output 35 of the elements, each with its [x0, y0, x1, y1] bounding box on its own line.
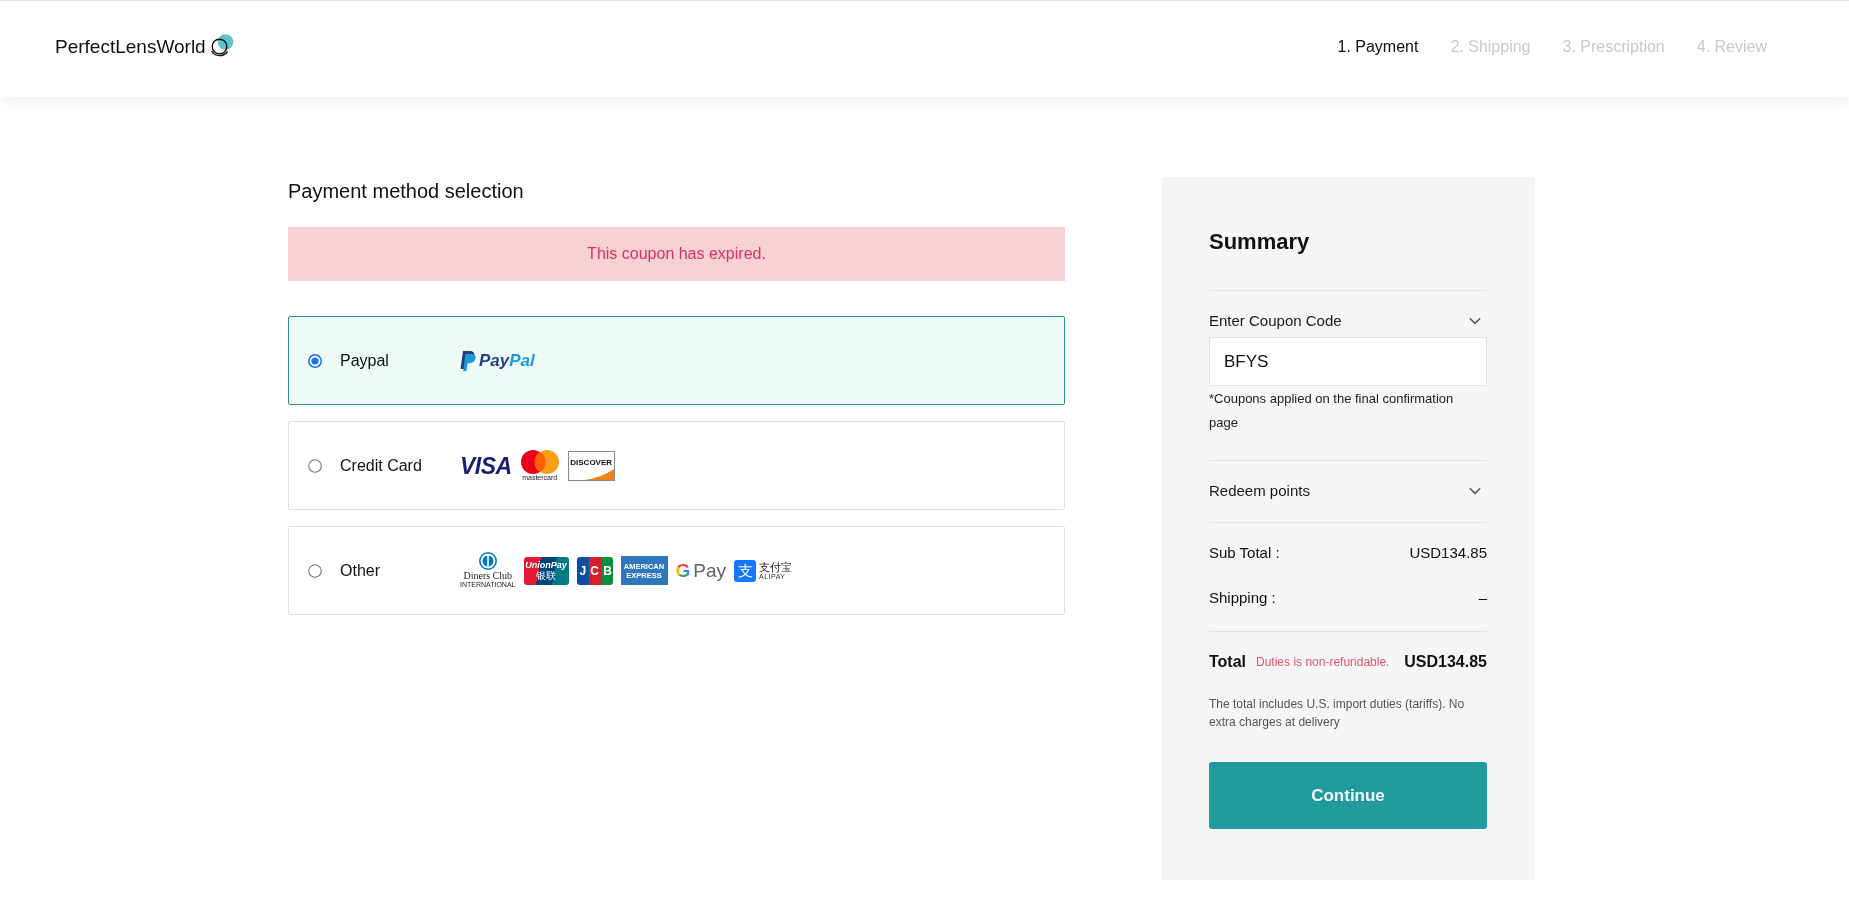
- overlapping-circles-icon: [519, 449, 560, 474]
- duties-note: Duties is non-refundable.: [1256, 654, 1390, 671]
- payment-option-card[interactable]: Paypal PayPal: [288, 316, 1065, 405]
- chevron-down-icon[interactable]: [1469, 317, 1481, 325]
- payment-method-label: Paypal: [340, 350, 390, 371]
- checkout-step: 1. Payment: [1337, 36, 1419, 58]
- total-value: USD134.85: [1404, 652, 1487, 672]
- error-message: This coupon has expired.: [288, 227, 1065, 281]
- logo-wordmark[interactable]: PerfectLensWorld: [55, 35, 206, 59]
- section-title: Payment method selection: [288, 179, 525, 204]
- accordion-toggle[interactable]: Redeem points: [1209, 481, 1487, 501]
- radio-button[interactable]: [308, 458, 322, 473]
- summary-label: Shipping :: [1209, 588, 1276, 608]
- diners-club-wordmark: Diners Club: [463, 570, 513, 581]
- total-label: Total: [1209, 652, 1247, 672]
- summary-value: –: [1478, 588, 1487, 608]
- ring-mark-icon: [477, 552, 498, 570]
- summary-title: Summary: [1209, 228, 1311, 256]
- payment-method-label: Other: [340, 560, 381, 581]
- accordion-toggle[interactable]: Enter Coupon Code: [1209, 311, 1487, 331]
- radio-button[interactable]: [308, 563, 322, 578]
- chevron-down-icon[interactable]: [1469, 487, 1481, 495]
- alipay-mark: 支: [734, 559, 757, 582]
- summary-label: Sub Total :: [1209, 543, 1280, 563]
- discover-wordmark: DISCOVER: [569, 457, 614, 467]
- coupon-note: *Coupons applied on the final confirmation page: [1209, 390, 1455, 432]
- radio-button[interactable]: [308, 353, 322, 368]
- duties-info-text: The total includes U.S. import duties (tariffs). No extra charges at delivery: [1209, 696, 1466, 731]
- visa-wordmark: VISA: [460, 455, 512, 476]
- coupon-code-input[interactable]: BFYS: [1209, 337, 1487, 386]
- payment-method-label: Credit Card: [340, 455, 423, 476]
- pay-wordmark: Pay: [693, 559, 727, 582]
- paypal-mark-icon: [460, 350, 476, 371]
- summary-value: USD134.85: [1409, 543, 1487, 563]
- alipay-wordmark: 支付宝: [759, 560, 793, 573]
